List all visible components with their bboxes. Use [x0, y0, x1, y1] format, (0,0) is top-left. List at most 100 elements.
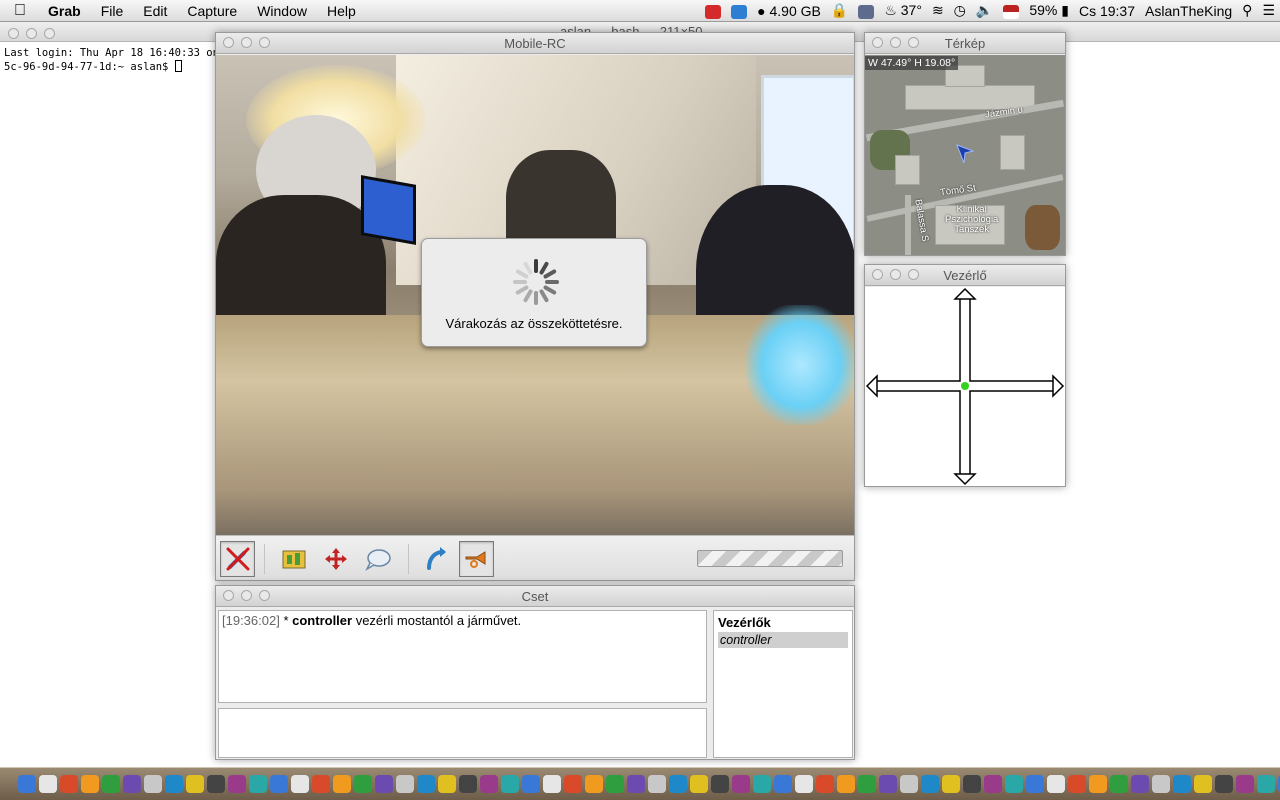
- dock-app-icon[interactable]: [648, 775, 666, 793]
- controller-window[interactable]: Vezérlő: [864, 264, 1066, 487]
- close-button[interactable]: [223, 590, 234, 601]
- apple-menu-icon[interactable]: : [0, 2, 40, 20]
- disconnect-button[interactable]: [220, 541, 255, 577]
- dock-app-icon[interactable]: [228, 775, 246, 793]
- dock-app-icon[interactable]: [60, 775, 78, 793]
- dock-app-icon[interactable]: [522, 775, 540, 793]
- dock-app-icon[interactable]: [123, 775, 141, 793]
- dock-app-icon[interactable]: [1005, 775, 1023, 793]
- zoom-button[interactable]: [259, 37, 270, 48]
- dock-app-icon[interactable]: [816, 775, 834, 793]
- dock-app-icon[interactable]: [732, 775, 750, 793]
- window-controls[interactable]: [872, 37, 926, 48]
- dock-app-icon[interactable]: [144, 775, 162, 793]
- lock-icon[interactable]: 🔒: [826, 2, 853, 19]
- menu-help[interactable]: Help: [317, 3, 366, 19]
- dock-app-icon[interactable]: [795, 775, 813, 793]
- dock-app-icon[interactable]: [207, 775, 225, 793]
- controllers-list[interactable]: Vezérlők controller: [713, 610, 853, 758]
- minimize-button[interactable]: [241, 590, 252, 601]
- horn-button[interactable]: [459, 541, 494, 577]
- zoom-button[interactable]: [908, 269, 919, 280]
- dock-app-icon[interactable]: [1068, 775, 1086, 793]
- dock-app-icon[interactable]: [1110, 775, 1128, 793]
- controller-list-item[interactable]: controller: [718, 632, 848, 648]
- dock-app-icon[interactable]: [1131, 775, 1149, 793]
- dock-app-icon[interactable]: [1026, 775, 1044, 793]
- menu-file[interactable]: File: [91, 3, 134, 19]
- controller-title-bar[interactable]: Vezérlő: [865, 265, 1065, 286]
- dropbox-icon[interactable]: [726, 2, 752, 19]
- menu-capture[interactable]: Capture: [177, 3, 247, 19]
- minimize-button[interactable]: [890, 269, 901, 280]
- chat-title-bar[interactable]: Cset: [216, 586, 854, 607]
- dock-app-icon[interactable]: [81, 775, 99, 793]
- dock-app-icon[interactable]: [39, 775, 57, 793]
- app-menu-grab[interactable]: Grab: [40, 3, 91, 19]
- time-machine-icon[interactable]: ◷: [949, 2, 971, 19]
- dock-app-icon[interactable]: [102, 775, 120, 793]
- satellite-map[interactable]: W 47.49° H 19.08° Jázmin u Tömő St Balas…: [865, 55, 1065, 255]
- map-button[interactable]: [276, 541, 311, 577]
- zoom-button[interactable]: [908, 37, 919, 48]
- flag-icon[interactable]: [998, 2, 1024, 19]
- close-button[interactable]: [872, 269, 883, 280]
- chat-button[interactable]: [360, 541, 395, 577]
- dock-app-icon[interactable]: [396, 775, 414, 793]
- dock-app-icon[interactable]: [1257, 775, 1275, 793]
- battery-status[interactable]: 59% ▮: [1024, 2, 1074, 19]
- notification-center-icon[interactable]: ☰: [1257, 2, 1280, 19]
- joystick-center-dot[interactable]: [961, 382, 969, 390]
- dock-app-icon[interactable]: [984, 775, 1002, 793]
- dock-app-icon[interactable]: [354, 775, 372, 793]
- dock-app-icon[interactable]: [1047, 775, 1065, 793]
- user-name[interactable]: AslanTheKing: [1140, 3, 1237, 19]
- refresh-button[interactable]: [418, 541, 453, 577]
- dock-app-icon[interactable]: [711, 775, 729, 793]
- dock-app-icon[interactable]: [438, 775, 456, 793]
- wifi-icon[interactable]: ≋: [927, 2, 949, 19]
- dock-app-icon[interactable]: [1173, 775, 1191, 793]
- chat-window[interactable]: Cset [19:36:02] * controller vezérli mos…: [215, 585, 855, 760]
- map-window[interactable]: Térkép W 47.49° H 19.08° Jázmin u Tömő S…: [864, 32, 1066, 256]
- cross-arrows-icon[interactable]: [865, 287, 1065, 486]
- window-controls[interactable]: [8, 27, 62, 42]
- dock-app-icon[interactable]: [879, 775, 897, 793]
- dock-app-icon[interactable]: [627, 775, 645, 793]
- zoom-button[interactable]: [44, 28, 55, 39]
- dock-app-icon[interactable]: [333, 775, 351, 793]
- close-button[interactable]: [223, 37, 234, 48]
- window-controls[interactable]: [872, 269, 926, 280]
- dock-app-icon[interactable]: [963, 775, 981, 793]
- dock-app-icon[interactable]: [690, 775, 708, 793]
- dock-app-icon[interactable]: [921, 775, 939, 793]
- dock-app-icon[interactable]: [1236, 775, 1254, 793]
- spotlight-search-icon[interactable]: ⚲: [1237, 2, 1257, 19]
- dock-app-icon[interactable]: [501, 775, 519, 793]
- window-controls[interactable]: [223, 37, 277, 48]
- dock-app-icon[interactable]: [585, 775, 603, 793]
- car-status-icon[interactable]: [700, 2, 726, 19]
- close-button[interactable]: [872, 37, 883, 48]
- minimize-button[interactable]: [26, 28, 37, 39]
- menu-edit[interactable]: Edit: [133, 3, 177, 19]
- dock-app-icon[interactable]: [417, 775, 435, 793]
- dock-app-icon[interactable]: [1152, 775, 1170, 793]
- chat-input[interactable]: [218, 708, 707, 758]
- menu-window[interactable]: Window: [247, 3, 317, 19]
- direction-joystick[interactable]: [865, 287, 1065, 486]
- keyboard-icon[interactable]: [853, 2, 879, 19]
- dock-app-icon[interactable]: [480, 775, 498, 793]
- minimize-button[interactable]: [241, 37, 252, 48]
- dock-app-icon[interactable]: [270, 775, 288, 793]
- close-button[interactable]: [8, 28, 19, 39]
- temperature-status[interactable]: ♨ 37°: [879, 2, 927, 19]
- mobile-rc-window[interactable]: Mobile-RC Várakozás az összeköttetésre.: [215, 32, 855, 581]
- dock-app-icon[interactable]: [606, 775, 624, 793]
- dock-app-icon[interactable]: [753, 775, 771, 793]
- dock-app-icon[interactable]: [1089, 775, 1107, 793]
- dock-app-icon[interactable]: [837, 775, 855, 793]
- dock-app-icon[interactable]: [900, 775, 918, 793]
- map-title-bar[interactable]: Térkép: [865, 33, 1065, 54]
- dock-app-icon[interactable]: [1194, 775, 1212, 793]
